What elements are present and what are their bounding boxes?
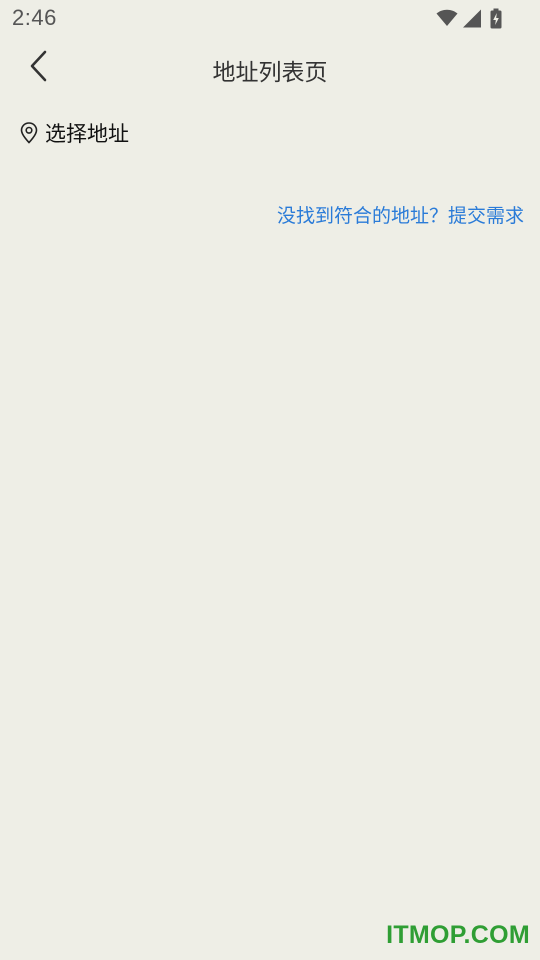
app-bar: 地址列表页 — [0, 40, 540, 98]
wifi-icon — [436, 9, 458, 27]
page-title: 地址列表页 — [212, 60, 328, 86]
submit-request-link[interactable]: 没找到符合的地址？提交需求 — [277, 201, 524, 228]
battery-charging-icon — [490, 8, 502, 29]
status-time: 2:46 — [12, 5, 57, 30]
location-pin-icon — [20, 121, 40, 145]
cellular-signal-icon — [462, 9, 482, 28]
select-address-label: 选择地址 — [45, 122, 129, 146]
select-address-button[interactable]: 选择地址 — [20, 117, 129, 149]
status-icons — [436, 7, 502, 29]
status-bar: 2:46 — [0, 0, 540, 38]
watermark-logo: ITMOP.COM — [386, 921, 530, 949]
